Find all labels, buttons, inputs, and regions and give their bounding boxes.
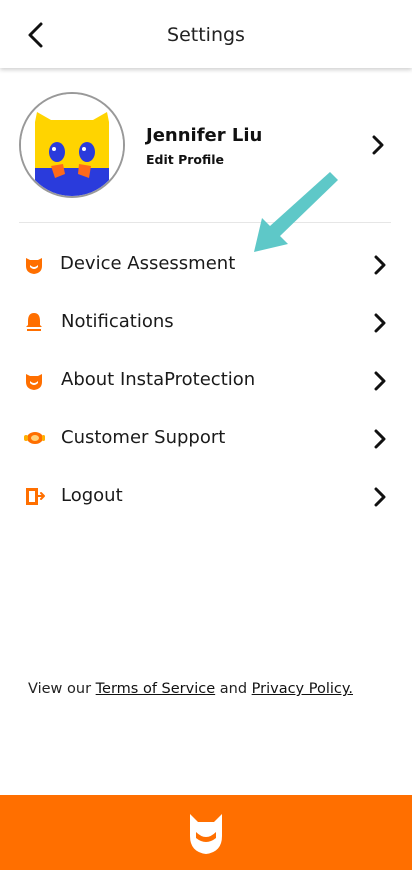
profile-row[interactable]: Jennifer Liu Edit Profile	[0, 90, 412, 200]
avatar	[19, 92, 125, 198]
bottom-bar	[0, 795, 412, 870]
profile-name: Jennifer Liu	[146, 125, 263, 146]
privacy-policy-link[interactable]: Privacy Policy.	[252, 681, 353, 697]
logout-door-icon	[26, 488, 45, 505]
menu-label: About InstaProtection	[61, 369, 256, 390]
legal-prefix: View our	[28, 681, 96, 697]
fox-logo-icon[interactable]	[186, 810, 226, 856]
legal-text: View our Terms of Service and Privacy Po…	[28, 681, 353, 697]
chevron-right-icon	[374, 487, 386, 507]
page-title: Settings	[167, 24, 245, 46]
menu-item-device-assessment[interactable]: Device Assessment	[0, 241, 412, 287]
terms-of-service-link[interactable]: Terms of Service	[96, 681, 215, 697]
chevron-right-icon	[374, 429, 386, 449]
menu-label: Device Assessment	[60, 253, 236, 274]
edit-profile-link[interactable]: Edit Profile	[146, 152, 224, 167]
menu-item-notifications[interactable]: Notifications	[0, 299, 412, 345]
chevron-right-icon	[372, 135, 384, 155]
chevron-right-icon	[374, 255, 386, 275]
chevron-right-icon	[374, 313, 386, 333]
menu-item-customer-support[interactable]: Customer Support	[0, 415, 412, 461]
legal-middle: and	[215, 681, 252, 697]
menu-item-logout[interactable]: Logout	[0, 473, 412, 519]
top-app-bar: Settings	[0, 0, 412, 68]
menu-item-about[interactable]: About InstaProtection	[0, 357, 412, 403]
fox-shield-icon	[26, 258, 42, 274]
menu-label: Customer Support	[61, 427, 226, 448]
menu-label: Logout	[61, 485, 123, 506]
bell-icon	[26, 313, 42, 331]
fox-shield-icon	[26, 374, 42, 390]
menu-label: Notifications	[61, 311, 174, 332]
chevron-right-icon	[374, 371, 386, 391]
headset-icon	[24, 432, 45, 444]
